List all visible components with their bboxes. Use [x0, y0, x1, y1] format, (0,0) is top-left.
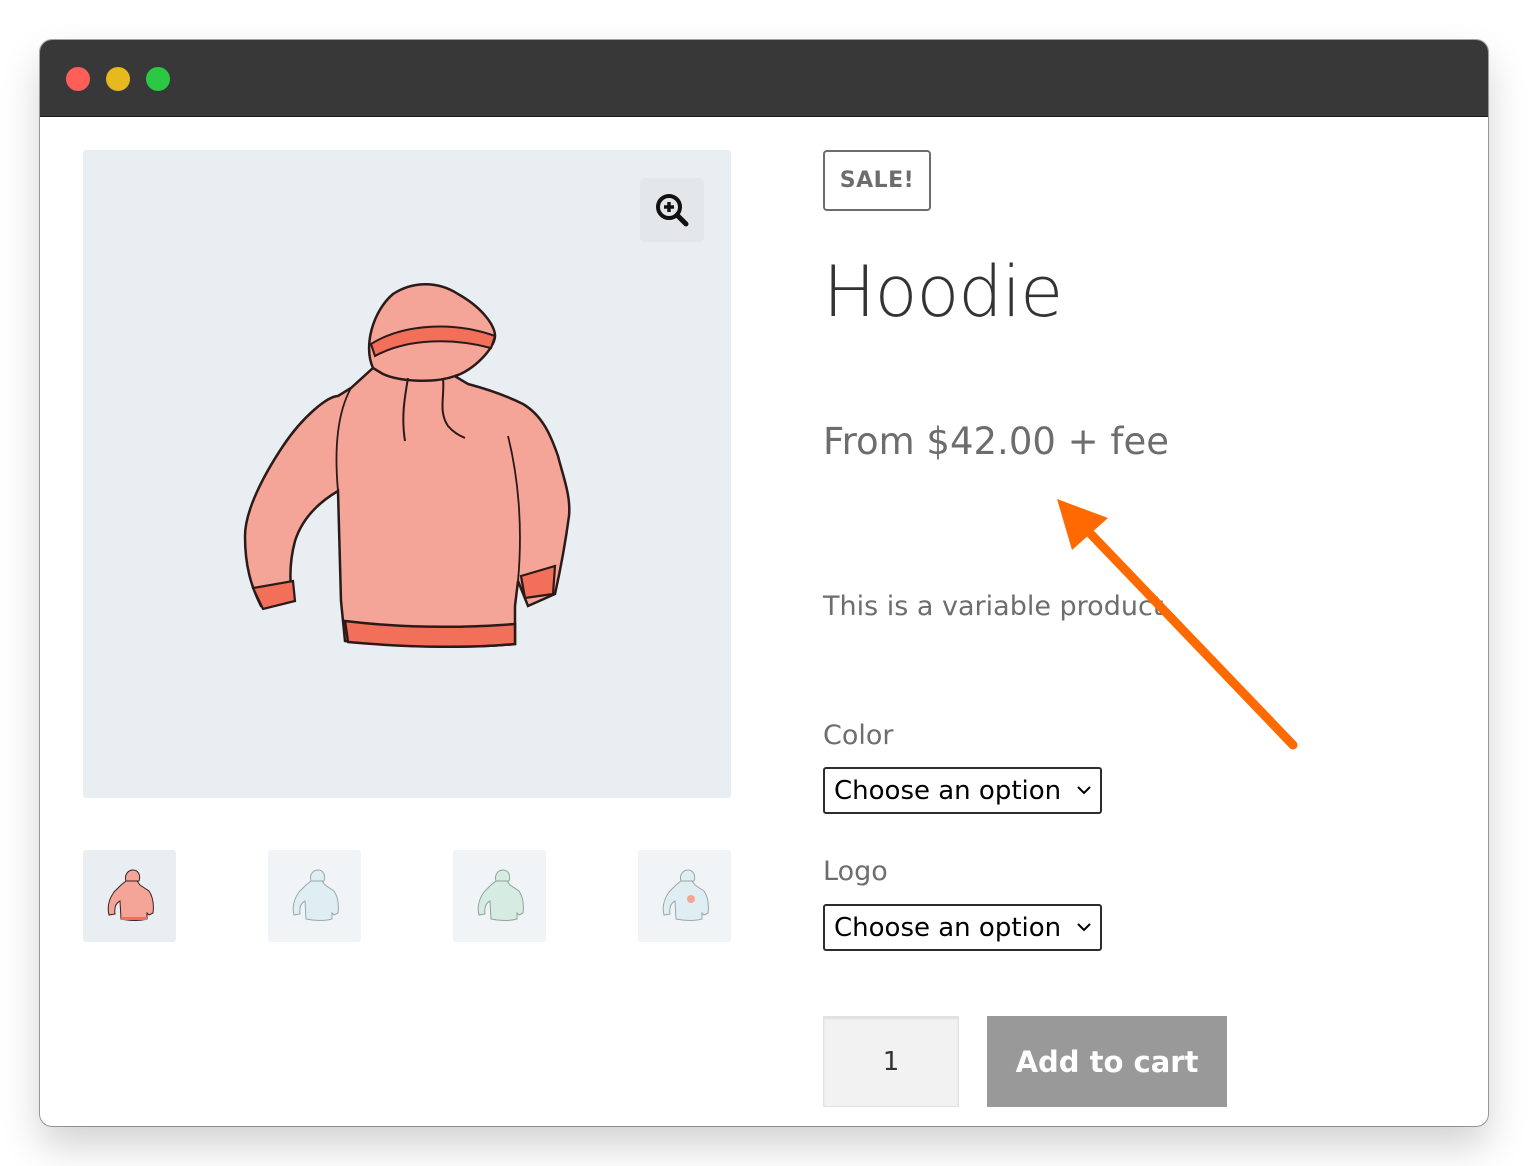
color-select[interactable]: Choose an option	[823, 767, 1102, 814]
product-price: From $42.00 + fee	[823, 420, 1169, 463]
window-titlebar	[40, 40, 1488, 117]
quantity-input[interactable]: 1	[823, 1016, 959, 1107]
minimize-window-button[interactable]	[106, 67, 130, 91]
product-description: This is a variable product.	[823, 591, 1172, 622]
add-to-cart-button[interactable]: Add to cart	[987, 1016, 1227, 1107]
close-window-button[interactable]	[66, 67, 90, 91]
logo-label: Logo	[823, 856, 888, 887]
hoodie-illustration	[243, 283, 571, 649]
thumbnail-hoodie-red[interactable]	[83, 850, 176, 942]
browser-window: SALE! Hoodie From $42.00 + fee This is a…	[40, 40, 1488, 1126]
hoodie-thumb-icon	[662, 869, 709, 921]
hoodie-thumb-icon	[292, 869, 339, 921]
zoom-button[interactable]	[640, 178, 704, 242]
hoodie-thumb-icon	[107, 869, 154, 921]
color-label: Color	[823, 720, 894, 751]
zoom-in-icon	[656, 194, 689, 227]
product-page: SALE! Hoodie From $42.00 + fee This is a…	[40, 117, 1488, 1126]
thumbnail-hoodie-logo[interactable]	[638, 850, 731, 942]
product-summary: SALE! Hoodie From $42.00 + fee This is a…	[823, 117, 1423, 1126]
logo-select-value: Choose an option	[834, 912, 1062, 943]
thumbnail-hoodie-green[interactable]	[453, 850, 546, 942]
logo-select[interactable]: Choose an option	[823, 904, 1102, 951]
thumbnail-hoodie-blue[interactable]	[268, 850, 361, 942]
product-main-image[interactable]	[83, 150, 731, 798]
sale-badge: SALE!	[823, 150, 931, 211]
chevron-down-icon	[1077, 786, 1091, 795]
chevron-down-icon	[1077, 923, 1091, 932]
product-title: Hoodie	[823, 251, 1063, 333]
maximize-window-button[interactable]	[146, 67, 170, 91]
color-select-value: Choose an option	[834, 775, 1062, 806]
hoodie-thumb-icon	[477, 869, 524, 921]
